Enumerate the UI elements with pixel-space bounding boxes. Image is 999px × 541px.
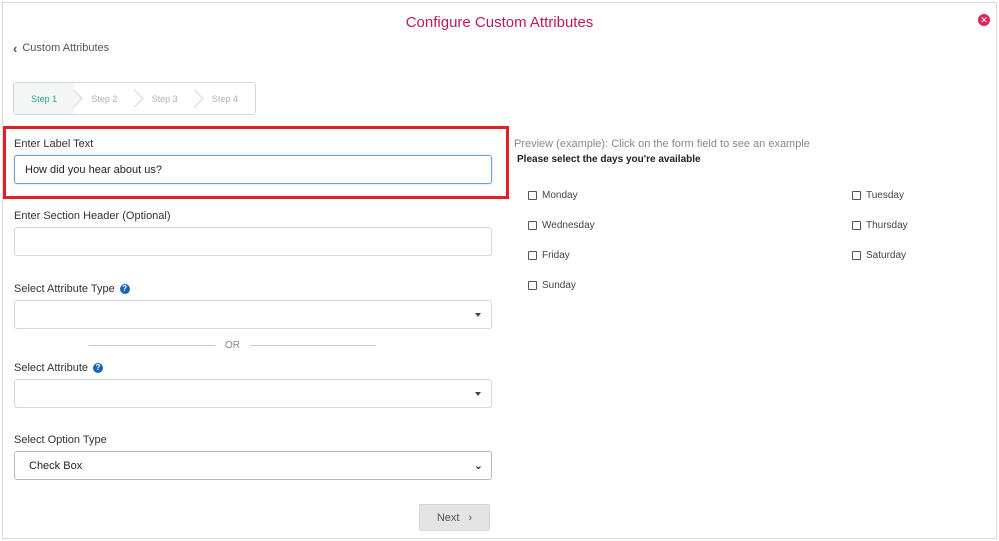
section-header-label: Enter Section Header (Optional) [14, 210, 171, 222]
back-link-label: Custom Attributes [22, 42, 110, 54]
caret-down-icon [475, 392, 481, 396]
preview-question: Please select the days you're available [517, 154, 701, 165]
option-type-select[interactable]: Check Box ⌄ [14, 451, 492, 480]
label-text-label: Enter Label Text [14, 138, 94, 150]
help-icon[interactable]: ? [119, 284, 130, 294]
checkbox-monday[interactable]: Monday [528, 190, 578, 201]
section-header-input[interactable] [14, 227, 492, 256]
preview-caption: Preview (example): Click on the form fie… [514, 138, 810, 150]
stepper: Step 1 Step 2 Step 3 Step 4 [13, 82, 256, 115]
step-1[interactable]: Step 1 [14, 83, 75, 114]
attribute-type-select[interactable] [14, 300, 492, 329]
step-4[interactable]: Step 4 [195, 83, 255, 114]
next-button[interactable]: Next › [419, 504, 490, 531]
dialog-title: Configure Custom Attributes [405, 14, 594, 31]
close-icon[interactable]: ✕ [978, 14, 990, 26]
or-divider: OR [89, 340, 376, 351]
checkbox-wednesday[interactable]: Wednesday [528, 220, 595, 231]
help-icon[interactable]: ? [93, 363, 103, 373]
checkbox-friday[interactable]: Friday [528, 250, 570, 261]
attribute-type-label: Select Attribute Type ? [14, 283, 130, 295]
checkbox-thursday[interactable]: Thursday [852, 220, 908, 231]
attribute-label: Select Attribute ? [14, 362, 103, 374]
chevron-down-icon: ⌄ [473, 460, 483, 472]
checkbox-saturday[interactable]: Saturday [852, 250, 906, 261]
step-2[interactable]: Step 2 [74, 83, 134, 114]
back-link[interactable]: ‹ Custom Attributes [13, 40, 110, 56]
dialog: Configure Custom Attributes ✕ ‹ Custom A… [2, 2, 997, 539]
chevron-left-icon: ‹ [13, 40, 18, 56]
checkbox-tuesday[interactable]: Tuesday [852, 190, 904, 201]
attribute-select[interactable] [14, 379, 492, 408]
chevron-right-icon: › [468, 511, 473, 524]
label-text-input[interactable] [14, 155, 492, 184]
caret-down-icon [475, 313, 481, 317]
checkbox-sunday[interactable]: Sunday [528, 280, 576, 291]
option-type-label: Select Option Type [14, 434, 107, 446]
